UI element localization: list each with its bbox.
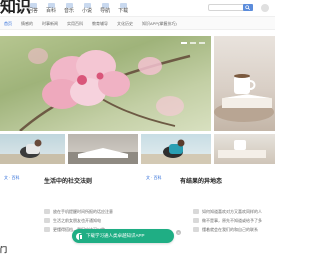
list-item[interactable]: 如何知道喜欢对方又喜欢同样的人 <box>193 209 262 214</box>
nav-label: 问答 <box>28 8 39 14</box>
nav-item-qa[interactable]: 问答 <box>28 3 38 14</box>
thumb-icon <box>44 227 50 232</box>
coffee-book-illustration <box>214 74 274 122</box>
list-item[interactable]: 做不是事，原先不知道或给予了多 <box>193 218 262 223</box>
list-item[interactable]: 懂着就会在我们的和自己的联系 <box>193 227 258 232</box>
section-title: 门 <box>0 247 7 254</box>
nav-item-download[interactable]: 下载 <box>118 3 128 14</box>
list-item-text: 生活之前女朋友也开通知电 <box>53 218 101 223</box>
nav-item-music[interactable]: 音乐 <box>64 3 74 14</box>
thumb-icon <box>44 218 50 223</box>
user-avatar[interactable] <box>261 4 269 12</box>
list-item[interactable]: 放在手机提醒时间所报的话应注意 <box>44 209 113 214</box>
carousel-dots <box>181 42 205 44</box>
person-image <box>0 139 65 164</box>
thumb-icon <box>193 209 199 214</box>
main-nav: 问答 百科 音乐 小说 导航 下载 <box>28 3 128 14</box>
tab-culture[interactable]: 文化历史 <box>115 19 135 28</box>
search-icon <box>245 5 251 10</box>
hero-carousel[interactable] <box>0 36 211 131</box>
list-item-text: 如何知道喜欢对方又喜欢同样的人 <box>202 209 262 214</box>
top-header: 知识 问答 百科 音乐 小说 导航 下载 <box>0 0 275 16</box>
phone-icon <box>76 232 83 240</box>
nav-item-guide[interactable]: 导航 <box>100 3 110 14</box>
nav-label: 音乐 <box>64 8 75 14</box>
nav-item-wiki[interactable]: 百科 <box>46 3 56 14</box>
book-image <box>68 148 138 164</box>
list-item[interactable]: 生活之前女朋友也开通知电 <box>44 218 101 223</box>
thumb-icon <box>44 209 50 214</box>
nav-item-novel[interactable]: 小说 <box>82 3 92 14</box>
nav-label: 导航 <box>100 8 111 14</box>
coffee-book-illustration <box>218 140 266 158</box>
card-thumbnail[interactable] <box>0 134 65 164</box>
card-thumbnail[interactable] <box>141 134 211 164</box>
peach-blossom-image <box>19 48 191 131</box>
carousel-dot[interactable] <box>190 42 196 44</box>
list-item-text: 懂着就会在我们的和自己的联系 <box>202 227 258 232</box>
tab-education[interactable]: 教育辅导 <box>90 19 110 28</box>
app-banner-text: 下载学习通人类卓越知识APP <box>86 233 145 238</box>
card-tag[interactable]: 文 · 百科 <box>4 175 20 181</box>
site-logo[interactable]: 知识 <box>0 0 31 16</box>
carousel-dot[interactable] <box>199 42 205 44</box>
search-button[interactable] <box>243 4 253 11</box>
tab-wiki[interactable]: 实用百科 <box>65 19 85 28</box>
person-image <box>141 139 211 164</box>
list-item-text: 放在手机提醒时间所报的话应注意 <box>53 209 113 214</box>
thumb-icon <box>193 218 199 223</box>
carousel-dot[interactable] <box>181 42 187 44</box>
tab-home[interactable]: 首页 <box>2 19 14 28</box>
card-thumbnail[interactable] <box>214 134 275 164</box>
book-coffee-image[interactable] <box>214 36 275 131</box>
tab-emotion[interactable]: 情感的 <box>19 19 35 28</box>
category-tabs: 首页 情感的 时事新闻 实用百科 教育辅导 文化历史 知识APP(掌握技巧) <box>0 16 275 30</box>
nav-label: 下载 <box>118 8 129 14</box>
download-app-banner[interactable]: 下载学习通人类卓越知识APP <box>72 229 174 243</box>
nav-label: 百科 <box>46 8 57 14</box>
list-item-text: 做不是事，原先不知道或给予了多 <box>202 218 262 223</box>
tab-news[interactable]: 时事新闻 <box>40 19 60 28</box>
tab-app[interactable]: 知识APP(掌握技巧) <box>140 19 179 28</box>
card-title[interactable]: 生活中的社交法则 <box>44 176 92 185</box>
thumb-icon <box>193 227 199 232</box>
card-title[interactable]: 有结果的异地恋 <box>180 176 222 185</box>
close-button[interactable]: × <box>176 230 181 235</box>
card-tag[interactable]: 文 · 百科 <box>146 175 162 181</box>
card-thumbnail[interactable] <box>68 134 138 164</box>
nav-label: 小说 <box>82 8 93 14</box>
